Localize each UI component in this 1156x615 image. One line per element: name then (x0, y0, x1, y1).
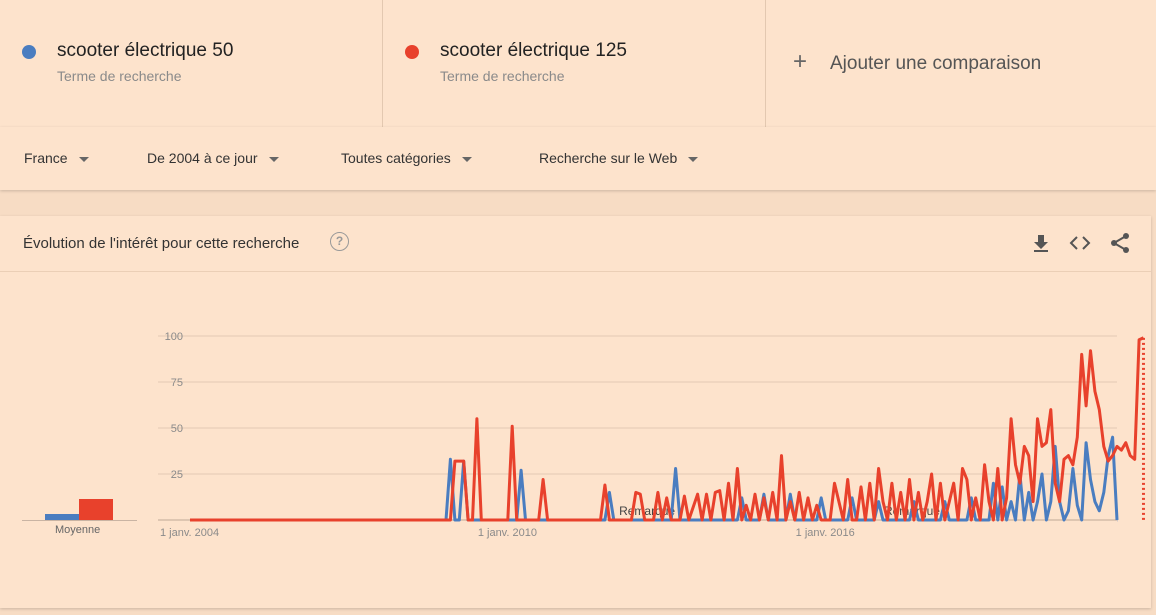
y-tick-label: 25 (171, 469, 183, 481)
interest-line-chart[interactable]: 100 75 50 25 1 janv. 2004 1 janv. 2010 1 janv.… (0, 0, 1156, 615)
series-line-2 (190, 336, 1145, 522)
y-tick-label: 50 (171, 423, 183, 435)
y-tick-label: 100 (165, 331, 183, 343)
y-tick-label: 75 (171, 377, 183, 389)
x-tick-label: 1 janv. 2010 (478, 527, 537, 539)
x-tick-label: 1 janv. 2016 (796, 527, 855, 539)
x-tick-label: 1 janv. 2004 (160, 527, 219, 539)
